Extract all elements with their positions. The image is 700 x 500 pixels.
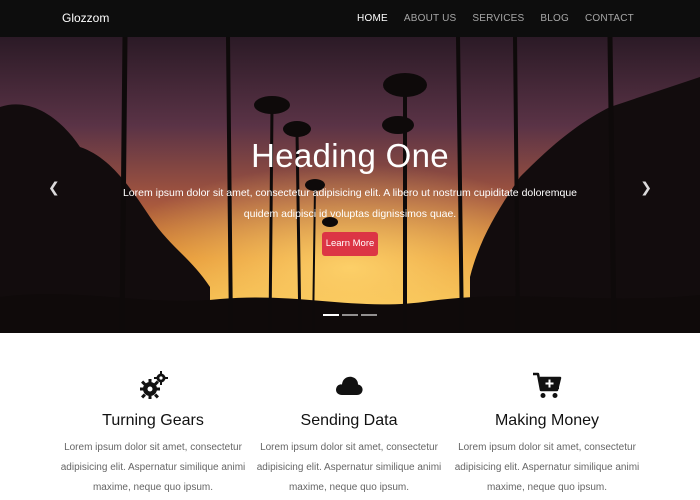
gears-icon — [140, 371, 168, 399]
cart-plus-icon — [533, 372, 562, 398]
carousel-indicators — [323, 314, 380, 316]
nav-menu: HOME ABOUT US SERVICES BLOG CONTACT — [341, 0, 634, 37]
feature-title: Sending Data — [300, 412, 398, 429]
nav-link-blog[interactable]: BLOG — [540, 13, 569, 24]
feature-text: Lorem ipsum dolor sit amet, consectetur … — [60, 442, 246, 493]
learn-more-button[interactable]: Learn More — [322, 232, 378, 256]
chevron-right-icon[interactable]: ❯ — [640, 179, 652, 196]
brand-logo[interactable]: Glozzom — [62, 11, 109, 25]
features-section: Turning Gears Lorem ipsum dolor sit amet… — [0, 333, 700, 500]
chevron-left-icon[interactable]: ❮ — [48, 179, 60, 196]
nav-link-services[interactable]: SERVICES — [472, 13, 524, 24]
nav-link-about-us[interactable]: ABOUT US — [404, 13, 457, 24]
hero-carousel: Heading One Lorem ipsum dolor sit amet, … — [0, 37, 700, 333]
carousel-indicator-2[interactable] — [342, 314, 358, 316]
feature-text: Lorem ipsum dolor sit amet, consectetur … — [256, 442, 442, 493]
nav-link-home[interactable]: HOME — [357, 13, 388, 24]
carousel-indicator-1[interactable] — [323, 314, 339, 316]
carousel-indicator-3[interactable] — [361, 314, 377, 316]
navbar: Glozzom HOME ABOUT US SERVICES BLOG CONT… — [0, 0, 700, 37]
hero-text: Lorem ipsum dolor sit amet, consectetur … — [122, 187, 578, 220]
feature-title: Turning Gears — [102, 412, 204, 429]
nav-link-contact[interactable]: CONTACT — [585, 13, 634, 24]
hero-caption: Heading One Lorem ipsum dolor sit amet, … — [0, 37, 700, 333]
feature-text: Lorem ipsum dolor sit amet, consectetur … — [454, 442, 640, 493]
hero-heading: Heading One — [251, 137, 449, 174]
feature-title: Making Money — [494, 412, 600, 429]
cloud-icon — [336, 376, 363, 395]
